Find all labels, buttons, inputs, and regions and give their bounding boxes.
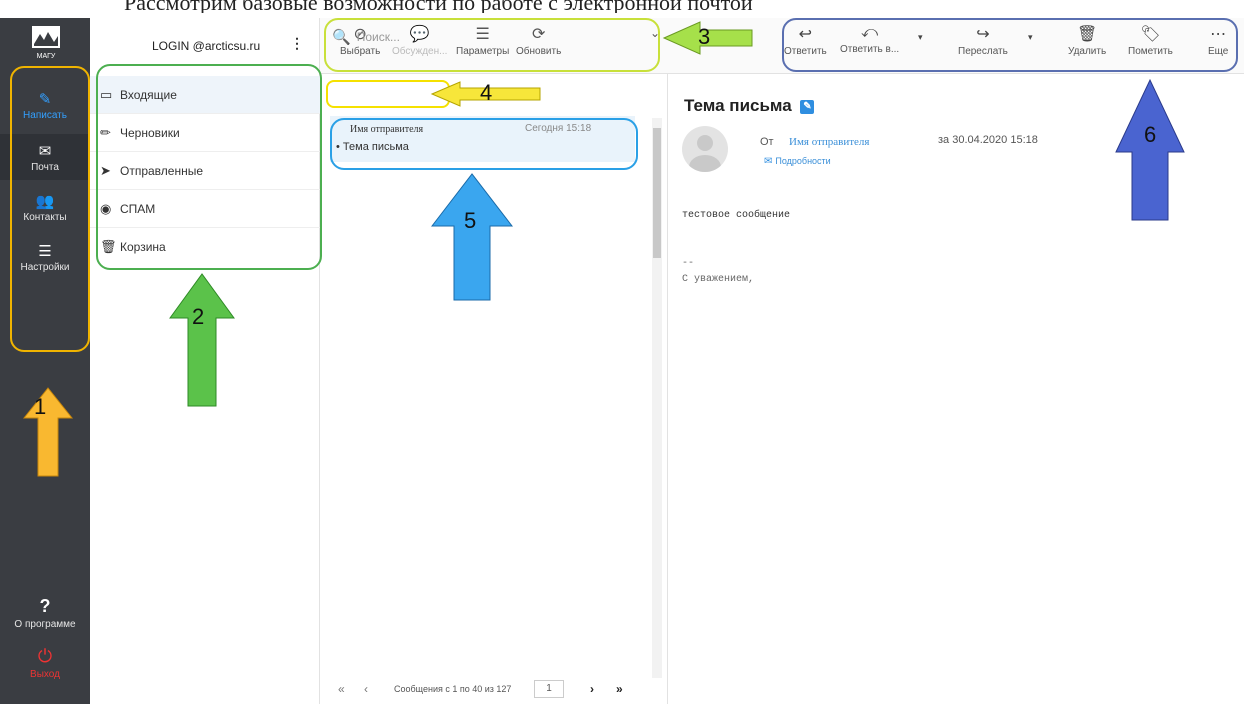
annotation-number-4: 4 [480,80,493,105]
annotation-number-3: 3 [698,24,711,49]
annotation-number-1: 1 [34,394,47,419]
annotation-arrows [22,21,1185,477]
annotation-number-2: 2 [192,304,205,329]
annotation-number-5: 5 [464,208,477,233]
annotation-number-6: 6 [1144,122,1157,147]
